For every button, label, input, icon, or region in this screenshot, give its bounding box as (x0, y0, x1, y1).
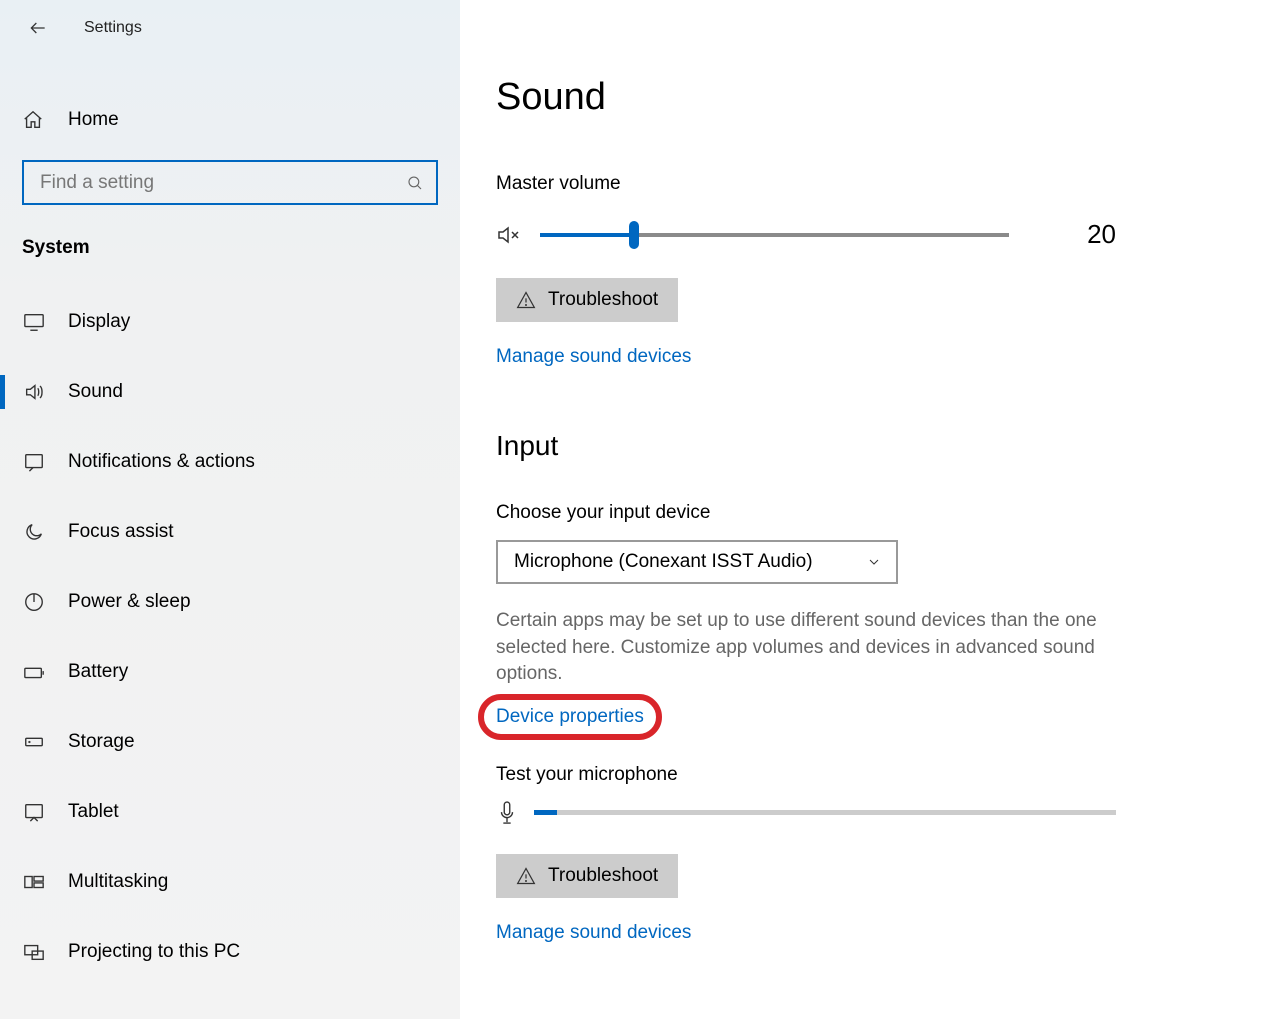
sidebar-item-storage[interactable]: Storage (0, 707, 460, 777)
volume-slider[interactable] (540, 233, 1009, 237)
sidebar-item-projecting[interactable]: Projecting to this PC (0, 917, 460, 987)
microphone-icon (496, 800, 518, 826)
storage-icon (22, 730, 46, 754)
category-label: System (0, 205, 460, 259)
sidebar-item-label: Multitasking (68, 871, 168, 893)
troubleshoot-output-button[interactable]: Troubleshoot (496, 278, 678, 322)
sidebar-item-label: Battery (68, 661, 128, 683)
sidebar-item-notifications[interactable]: Notifications & actions (0, 427, 460, 497)
troubleshoot-input-button[interactable]: Troubleshoot (496, 854, 678, 898)
volume-value: 20 (1087, 219, 1116, 250)
nav-list: Display Sound Notifications & actions Fo… (0, 287, 460, 987)
manage-sound-devices-link[interactable]: Manage sound devices (496, 346, 691, 368)
sidebar: Settings Home System Display Sound Notif… (0, 0, 460, 1019)
notifications-icon (22, 450, 46, 474)
sidebar-item-power-sleep[interactable]: Power & sleep (0, 567, 460, 637)
input-helper-text: Certain apps may be set up to use differ… (496, 608, 1136, 688)
search-box[interactable] (22, 160, 438, 205)
mute-icon[interactable] (496, 223, 524, 247)
highlight-annotation: Device properties (496, 706, 644, 728)
sidebar-item-label: Focus assist (68, 521, 174, 543)
slider-thumb[interactable] (629, 221, 639, 249)
header: Settings (0, 0, 460, 48)
test-mic-row (496, 800, 1116, 826)
input-heading: Input (496, 430, 1275, 462)
sidebar-item-label: Projecting to this PC (68, 941, 240, 963)
mic-level-bar (534, 810, 1116, 815)
sidebar-item-display[interactable]: Display (0, 287, 460, 357)
search-container (0, 144, 460, 205)
button-label: Troubleshoot (548, 865, 658, 887)
sound-icon (22, 380, 46, 404)
slider-fill (540, 233, 634, 237)
button-label: Troubleshoot (548, 289, 658, 311)
battery-icon (22, 660, 46, 684)
home-label: Home (68, 109, 119, 131)
sidebar-item-sound[interactable]: Sound (0, 357, 460, 427)
choose-input-label: Choose your input device (496, 502, 1275, 524)
chevron-down-icon (866, 554, 882, 570)
warning-icon (516, 290, 536, 310)
sidebar-item-focus-assist[interactable]: Focus assist (0, 497, 460, 567)
volume-row: 20 (496, 219, 1116, 250)
display-icon (22, 310, 46, 334)
main-content: Sound Master volume 20 Troubleshoot Mana… (460, 0, 1275, 1019)
sidebar-home[interactable]: Home (0, 96, 460, 144)
back-button[interactable] (22, 12, 54, 44)
sidebar-item-multitasking[interactable]: Multitasking (0, 847, 460, 917)
sidebar-item-label: Display (68, 311, 130, 333)
power-icon (22, 590, 46, 614)
multitasking-icon (22, 870, 46, 894)
input-device-dropdown[interactable]: Microphone (Conexant ISST Audio) (496, 540, 898, 584)
sidebar-item-label: Notifications & actions (68, 451, 255, 473)
device-properties-link[interactable]: Device properties (496, 706, 644, 728)
page-title: Sound (496, 76, 1275, 119)
manage-sound-devices-link-2[interactable]: Manage sound devices (496, 922, 691, 944)
warning-icon (516, 866, 536, 886)
moon-icon (22, 520, 46, 544)
sidebar-item-label: Power & sleep (68, 591, 191, 613)
sidebar-item-battery[interactable]: Battery (0, 637, 460, 707)
home-icon (22, 109, 46, 131)
dropdown-value: Microphone (Conexant ISST Audio) (514, 551, 813, 573)
header-title: Settings (84, 19, 142, 37)
sidebar-item-label: Sound (68, 381, 123, 403)
sidebar-item-label: Tablet (68, 801, 119, 823)
arrow-left-icon (28, 18, 48, 38)
master-volume-label: Master volume (496, 173, 1275, 195)
project-icon (22, 940, 46, 964)
tablet-icon (22, 800, 46, 824)
mic-level-fill (534, 810, 557, 815)
test-mic-label: Test your microphone (496, 764, 1275, 786)
search-icon (406, 174, 424, 192)
search-input[interactable] (40, 172, 406, 194)
sidebar-item-label: Storage (68, 731, 135, 753)
sidebar-item-tablet[interactable]: Tablet (0, 777, 460, 847)
